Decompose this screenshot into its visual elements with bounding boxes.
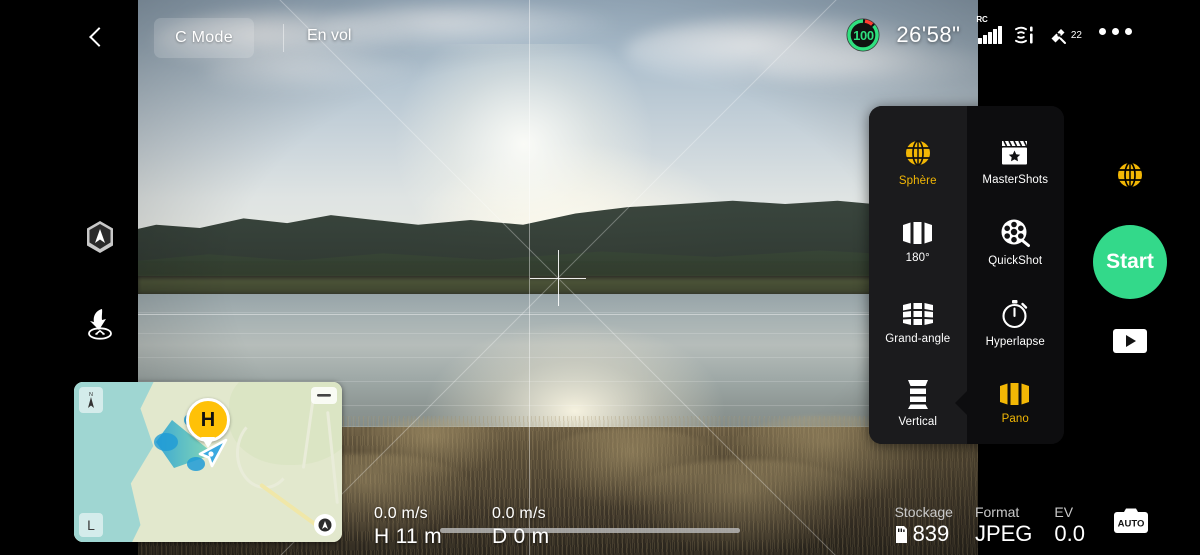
satellite-icon[interactable]: 22 [1048, 26, 1082, 45]
return-to-home-icon [88, 309, 112, 340]
back-button[interactable] [82, 20, 116, 54]
battery-percent: 100 [853, 27, 874, 43]
start-capture-button[interactable]: Start [1093, 225, 1167, 299]
locate-drone-icon [318, 518, 332, 532]
mode-item-hyperlapse[interactable]: Hyperlapse [967, 283, 1065, 364]
chevron-left-icon [89, 27, 109, 47]
minimize-dash-icon [317, 394, 331, 397]
mode-label: QuickShot [988, 255, 1043, 268]
mode-item-180[interactable]: 180° [869, 203, 967, 284]
pano-panels-icon [1000, 383, 1030, 406]
film-reel-icon [1001, 219, 1031, 248]
mode-label: MasterShots [982, 173, 1049, 186]
mode-label: Grand-angle [885, 332, 951, 345]
mode-label: Pano [1001, 413, 1029, 426]
map-locate-button[interactable] [314, 514, 336, 536]
mode-label: 180° [905, 252, 930, 265]
return-to-home-button[interactable] [78, 301, 122, 345]
vertical-pano-icon [907, 380, 928, 410]
map-minimize-button[interactable] [311, 387, 337, 404]
more-menu-button[interactable] [1099, 28, 1132, 35]
format-label: Format [974, 504, 1020, 520]
sphere-globe-icon [905, 139, 930, 166]
capture-mode-button[interactable] [1115, 160, 1145, 195]
status-indicator-group: 100 26'58" RC 22 [844, 15, 1082, 54]
mode-column-right: MasterShots QuickShot Hyperlapse Pano [966, 106, 1065, 445]
mode-item-mastershots[interactable]: MasterShots [967, 122, 1065, 203]
camera-auto-icon: AUTO [1114, 508, 1148, 533]
storage-value: 839 [912, 521, 950, 546]
camera-mode-panel: Sphère 180° Grand-angle Vertical MasterS… [869, 106, 1064, 444]
mode-item-sphere[interactable]: Sphère [869, 122, 967, 203]
far-shore-strip [138, 277, 978, 294]
auto-camera-button[interactable]: AUTO [1112, 506, 1150, 541]
storage-info: Stockage 839 [895, 504, 953, 547]
home-marker-label: H [200, 408, 216, 431]
attitude-compass-button[interactable] [78, 215, 122, 259]
ev-value: 0.0 [1054, 521, 1085, 546]
start-button-label: Start [1106, 250, 1154, 273]
map-road [235, 417, 294, 490]
svg-text:AUTO: AUTO [1118, 519, 1145, 530]
mode-label: Hyperlapse [985, 335, 1045, 348]
battery-indicator[interactable]: 100 [844, 16, 882, 54]
rc-label: RC [976, 15, 988, 24]
wide-angle-grid-icon [902, 302, 933, 325]
satellite-count: 22 [1070, 29, 1082, 41]
video-transmission-icon[interactable] [1014, 26, 1036, 44]
compass-north-icon: N [88, 392, 94, 408]
sd-card-icon [895, 525, 907, 543]
cloud [205, 52, 426, 95]
mode-item-pano[interactable]: Pano [967, 364, 1065, 445]
three-dots-icon [1099, 28, 1106, 35]
storage-label: Stockage [894, 504, 953, 520]
pano-180-icon [902, 222, 932, 245]
compass-attitude-icon [87, 221, 113, 253]
map-compass-button[interactable]: N [79, 387, 103, 413]
mode-column-left: Sphère 180° Grand-angle Vertical [869, 106, 967, 444]
ev-info[interactable]: EV 0.0 [1054, 504, 1085, 547]
sphere-globe-icon [1118, 162, 1142, 188]
right-control-rail: Start [1082, 160, 1178, 353]
drone-app-root: C Mode En vol 100 26'58" RC 22 Sphère 18… [0, 0, 1200, 555]
ev-label: EV [1054, 504, 1074, 520]
stopwatch-icon [1002, 299, 1028, 328]
mode-label: Vertical [898, 416, 937, 429]
format-value: JPEG [974, 521, 1033, 546]
mode-label: Sphère [898, 174, 937, 187]
mode-item-wide-angle[interactable]: Grand-angle [869, 283, 967, 364]
flight-mode-button[interactable]: C Mode [154, 18, 254, 58]
mode-item-vertical[interactable]: Vertical [869, 364, 967, 445]
clapperboard-star-icon [1002, 140, 1028, 165]
map-layer-button[interactable]: L [79, 513, 103, 537]
format-info[interactable]: Format JPEG [975, 504, 1032, 547]
capture-info-bar: Stockage 839 Format JPEG EV 0.0 [895, 504, 1085, 547]
playback-play-icon [1126, 335, 1136, 347]
left-control-rail [78, 215, 122, 345]
three-dots-icon [1125, 28, 1132, 35]
three-dots-icon [1112, 28, 1119, 35]
flight-mode-label: C Mode [175, 29, 233, 46]
drone-heading-arrow-icon [198, 438, 228, 468]
mode-item-quickshot[interactable]: QuickShot [967, 203, 1065, 284]
map-layer-label: L [87, 517, 95, 533]
playback-button[interactable] [1113, 329, 1147, 353]
rc-signal-bars-icon[interactable]: RC [976, 15, 1002, 44]
flight-time: 26'58" [896, 22, 961, 47]
cloud [322, 2, 623, 51]
camera-mode-slider[interactable] [440, 528, 740, 533]
